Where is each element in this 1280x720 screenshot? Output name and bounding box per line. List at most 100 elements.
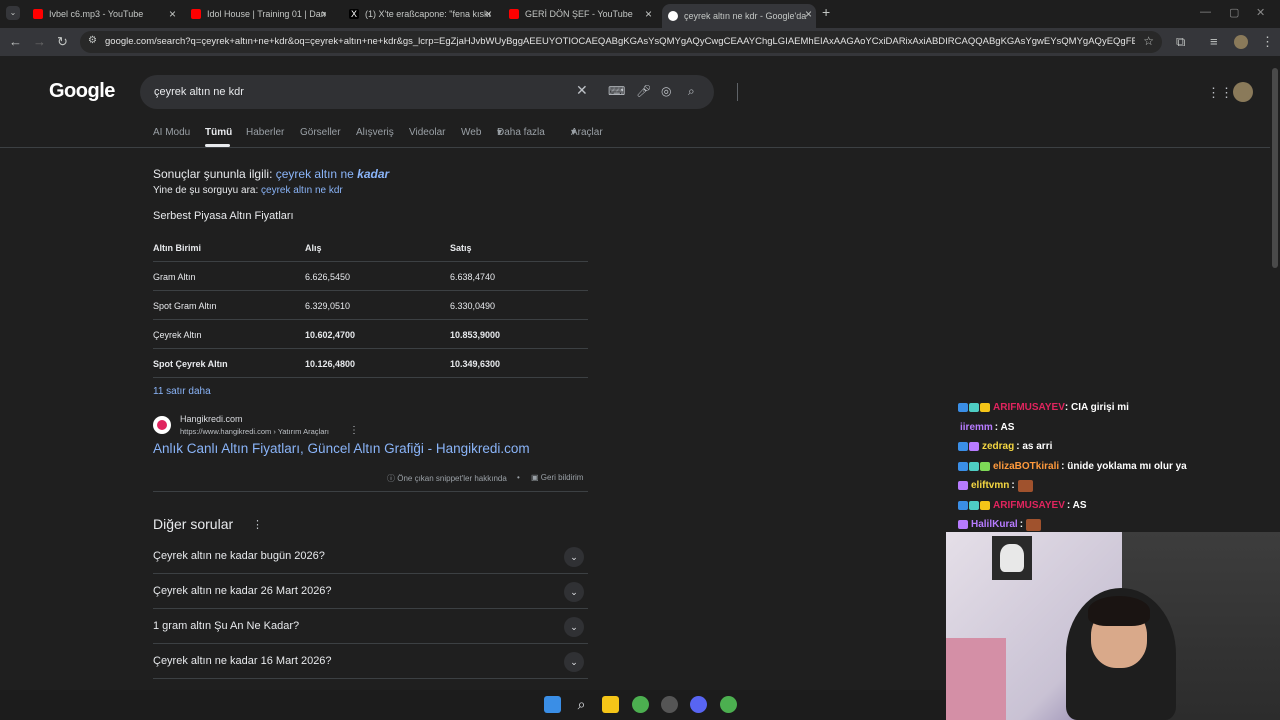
row-sell: 6.638,4740 [450, 272, 496, 282]
windows-start-icon[interactable] [544, 696, 561, 713]
search-box[interactable]: çeyrek altın ne kdr ✕ ⌨ 🎤︎ ◎ ⌕ [140, 75, 738, 109]
lens-icon[interactable]: ◎ [661, 84, 671, 98]
tab-shopping[interactable]: Alışveriş [356, 127, 394, 138]
table-header: Altın Birimi Alış Satış [153, 236, 588, 262]
result-title-link[interactable]: Anlık Canlı Altın Fiyatları, Güncel Altı… [153, 441, 530, 456]
new-tab-button[interactable]: + [822, 4, 830, 20]
file-explorer-icon[interactable] [602, 696, 619, 713]
row-sell: 6.330,0490 [450, 301, 496, 311]
chat-username: elizaBOTkirali [993, 460, 1060, 472]
back-icon[interactable]: ← [9, 34, 22, 49]
paa-question[interactable]: Çeyrek altın ne kadar 16 Mart 2026? ⌄ [153, 644, 588, 679]
row-sell: 10.853,9000 [450, 330, 501, 340]
row-name: Spot Çeyrek Altın [153, 359, 228, 369]
account-avatar[interactable] [1233, 82, 1253, 102]
google-logo[interactable]: Google [49, 80, 115, 103]
tab-ai-mode[interactable]: AI Modu [153, 127, 190, 138]
spelling-prefix: Sonuçlar şununla ilgili: [153, 167, 273, 181]
tab-title: (1) X'te eraßcapone: "fena kıskı [365, 9, 491, 19]
more-rows-link[interactable]: 11 satır daha [153, 386, 211, 397]
streamer [1066, 588, 1176, 720]
media-control-icon[interactable]: ≡ [1210, 34, 1218, 49]
feedback-icon: ▣ [531, 473, 539, 482]
extensions-icon[interactable]: ⧉ [1176, 34, 1185, 50]
paa-question[interactable]: 1 gram altın Şu An Ne Kadar? ⌄ [153, 609, 588, 644]
source-name[interactable]: Hangikredi.com [180, 414, 243, 424]
maximize-icon[interactable]: ▢ [1229, 6, 1239, 19]
feedback-button[interactable]: ▣ Geri bildirim [531, 473, 583, 482]
snippet-about[interactable]: ⓘ Öne çıkan snippet'ler hakkında [387, 473, 507, 484]
tab-search-button[interactable]: ⌄ [6, 6, 20, 20]
tab-tools[interactable]: Araçlar ▾ [571, 127, 603, 138]
tab-youtube-3[interactable]: GERİ DÖN ŞEF - YouTube × [504, 4, 656, 24]
clear-icon[interactable]: ✕ [576, 82, 588, 99]
address-bar[interactable]: ⚙ google.com/search?q=çeyrek+altın+ne+kd… [80, 31, 1162, 53]
snippet-heading: Serbest Piyasa Altın Fiyatları [153, 210, 294, 222]
corrected-bold: kadar [357, 167, 390, 181]
chevron-down-icon[interactable]: ⌄ [564, 582, 584, 602]
chat-message: zedrag : as arri [958, 437, 1187, 457]
tab-all[interactable]: Tümü [205, 127, 232, 138]
tab-news[interactable]: Haberler [246, 127, 284, 138]
taskbar-search-icon[interactable]: ⌕ [573, 696, 590, 713]
question-text: Çeyrek altın ne kadar bugün 2026? [153, 550, 325, 562]
app-icon[interactable] [661, 696, 678, 713]
chat-badge-icon [969, 403, 979, 413]
tab-youtube-2[interactable]: Idol House | Training 01 | Dans × [186, 4, 326, 24]
nav-divider [0, 147, 1270, 148]
chevron-down-icon[interactable]: ⌄ [564, 617, 584, 637]
tab-more[interactable]: Daha fazla ▾ [497, 127, 545, 138]
tab-title: Idol House | Training 01 | Dans [207, 9, 326, 19]
tab-images[interactable]: Görseller [300, 127, 341, 138]
chat-badge-icon [958, 500, 968, 510]
keyboard-icon[interactable]: ⌨ [608, 84, 625, 98]
paa-question[interactable]: Çeyrek altın ne kadar bugün 2026? ⌄ [153, 539, 588, 574]
corrected-query-link[interactable]: çeyrek altın ne kadar [276, 167, 389, 181]
close-tab-icon[interactable]: × [169, 7, 176, 21]
column-header: Alış [305, 243, 322, 253]
tab-title: GERİ DÖN ŞEF - YouTube [525, 9, 633, 19]
search-input[interactable]: çeyrek altın ne kdr [154, 86, 244, 98]
discord-icon[interactable] [690, 696, 707, 713]
source-favicon [153, 416, 171, 434]
tab-web[interactable]: Web [461, 127, 481, 138]
menu-icon[interactable]: ⋮ [1261, 34, 1274, 50]
close-tab-icon[interactable]: × [645, 7, 652, 21]
chevron-down-icon[interactable]: ⌄ [564, 652, 584, 672]
tab-videos[interactable]: Videolar [409, 127, 446, 138]
close-window-icon[interactable]: ✕ [1256, 6, 1265, 19]
close-tab-icon[interactable]: × [485, 7, 492, 21]
chrome-icon[interactable] [720, 696, 737, 713]
chat-text: : [1019, 519, 1024, 531]
more-label: Daha fazla [497, 127, 545, 138]
reload-icon[interactable]: ↻ [57, 34, 68, 50]
tab-bar: ⌄ Ivbel c6.mp3 - YouTube × Idol House | … [0, 0, 1280, 28]
site-info-icon[interactable]: ⚙ [88, 35, 97, 46]
forward-icon[interactable]: → [33, 34, 46, 49]
minimize-icon[interactable]: — [1200, 6, 1211, 18]
search-icon[interactable]: ⌕ [688, 84, 695, 99]
result-menu-icon[interactable]: ⋮ [349, 425, 359, 436]
microphone-icon[interactable]: 🎤︎ [636, 84, 651, 98]
paa-menu-icon[interactable]: ⋮ [252, 518, 263, 531]
original-query-link[interactable]: çeyrek altın ne kdr [261, 185, 343, 196]
feedback-label: Geri bildirim [540, 473, 584, 482]
close-tab-icon[interactable]: × [805, 7, 812, 21]
paa-question[interactable]: Çeyrek altın ne kadar 26 Mart 2026? ⌄ [153, 574, 588, 609]
close-tab-icon[interactable]: × [321, 7, 326, 21]
tab-google-active[interactable]: çeyrek altın ne kdr - Google'da × [662, 4, 816, 28]
chevron-down-icon[interactable]: ⌄ [564, 547, 584, 567]
chat-message: ARIFMUSAYEV : AS [958, 496, 1187, 516]
chat-badge-icon [958, 520, 968, 530]
tab-youtube-1[interactable]: Ivbel c6.mp3 - YouTube × [28, 4, 180, 24]
divider [737, 83, 738, 101]
source-url[interactable]: https://www.hangikredi.com › Yatırım Ara… [180, 427, 329, 436]
profile-avatar[interactable] [1234, 35, 1248, 49]
tab-x[interactable]: X (1) X'te eraßcapone: "fena kıskı × [344, 4, 496, 24]
chrome-icon[interactable] [632, 696, 649, 713]
url-text[interactable]: google.com/search?q=çeyrek+altın+ne+kdr&… [105, 36, 1135, 47]
row-buy: 6.626,5450 [305, 272, 351, 282]
bookmark-star-icon[interactable]: ☆ [1143, 34, 1154, 48]
emote-icon [1026, 518, 1042, 531]
scrollbar-thumb[interactable] [1272, 68, 1278, 268]
